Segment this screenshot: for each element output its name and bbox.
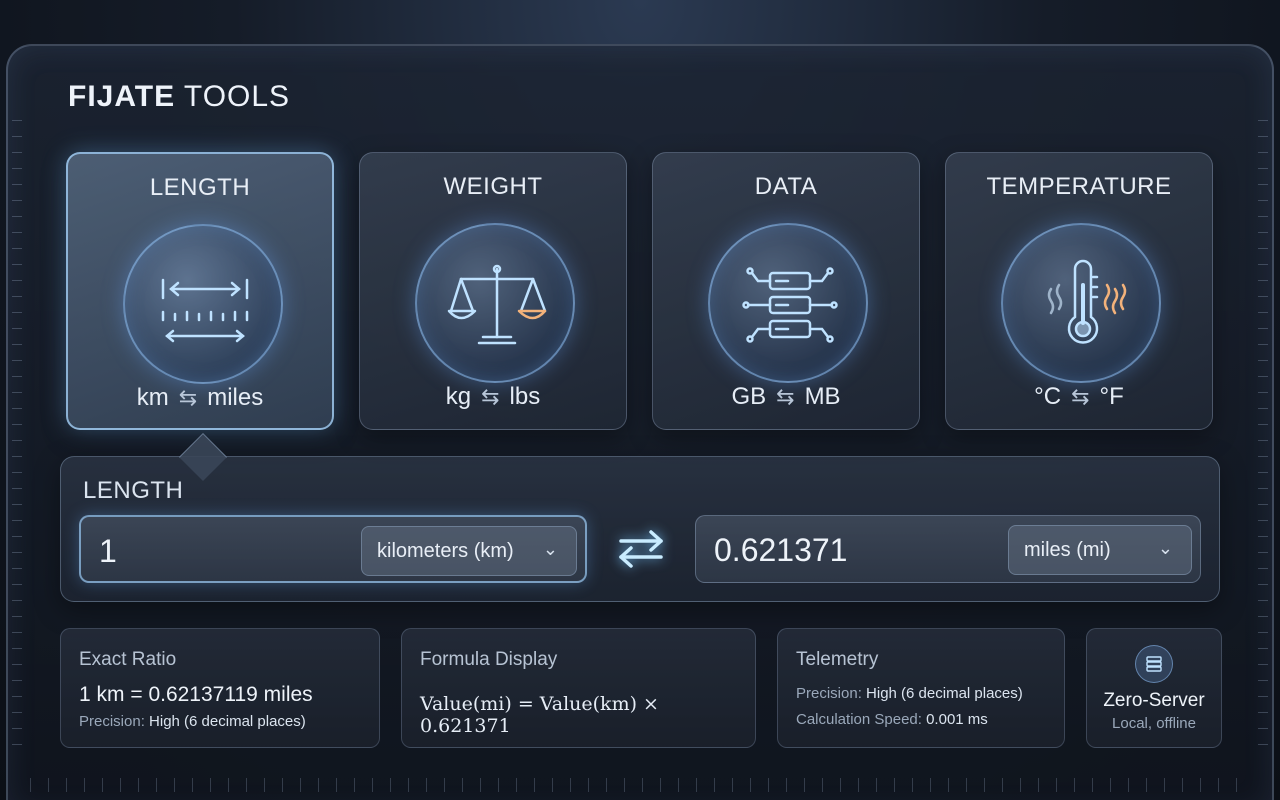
output-field[interactable]: 0.621371 miles (mi) ⌄	[695, 515, 1201, 583]
telemetry-speed: Calculation Speed: 0.001 ms	[796, 711, 988, 728]
converter-panel: LENGTH 1 kilometers (km) ⌄ 0.621371 mile…	[60, 456, 1220, 602]
category-icon-orb	[708, 223, 868, 383]
category-card-length[interactable]: LENGTH km ⇆ miles	[66, 152, 334, 430]
category-units: GB ⇆ MB	[653, 383, 919, 411]
telemetry-precision: Precision: High (6 decimal places)	[796, 685, 1023, 702]
server-icon	[742, 267, 838, 343]
ruler-icon	[161, 278, 249, 343]
swap-arrow-icon: ⇆	[481, 384, 500, 409]
chevron-down-icon: ⌄	[542, 539, 558, 559]
telemetry-title: Telemetry	[796, 649, 879, 670]
brand-bold: FIJATE	[68, 80, 176, 113]
category-units: °C ⇆ °F	[946, 383, 1212, 411]
unit-from: GB	[731, 383, 767, 410]
unit-to: lbs	[509, 383, 541, 410]
converter-title: LENGTH	[83, 477, 184, 504]
speed-label: Calculation Speed:	[796, 711, 922, 728]
unit-to: °F	[1099, 383, 1124, 410]
thermometer-icon	[1047, 259, 1127, 344]
input-unit-label: kilometers (km)	[377, 540, 514, 562]
telemetry-card: Telemetry Precision: High (6 decimal pla…	[777, 628, 1065, 748]
category-title: DATA	[754, 173, 818, 200]
zero-server-subtitle: Local, offline	[1112, 715, 1196, 732]
swap-arrow-icon: ⇆	[178, 385, 198, 410]
category-title: TEMPERATURE	[986, 173, 1172, 200]
output-unit-label: miles (mi)	[1024, 539, 1111, 561]
server-icon	[1135, 645, 1173, 683]
swap-arrow-icon: ⇆	[1071, 384, 1090, 409]
category-title: LENGTH	[149, 174, 251, 201]
exact-ratio-precision: Precision: High (6 decimal places)	[79, 713, 306, 730]
unit-to: miles	[207, 384, 264, 411]
input-value[interactable]: 1	[99, 533, 117, 570]
swap-arrow-icon: ⇆	[776, 384, 795, 409]
ruler-ticks-right	[1258, 120, 1268, 760]
category-card-data[interactable]: DATA GB ⇆ MB	[652, 152, 920, 430]
app-title: FIJATE TOOLS	[68, 80, 290, 114]
category-card-weight[interactable]: WEIGHT kg ⇆ lbs	[359, 152, 627, 430]
output-value: 0.621371	[714, 532, 848, 568]
formula-expression: Value(mi) = Value(km) × 0.621371	[420, 693, 659, 737]
precision-value: High (6 decimal places)	[149, 713, 306, 730]
category-icon-orb	[1001, 223, 1161, 383]
zero-server-title: Zero-Server	[1103, 690, 1205, 711]
formula-card: Formula Display Value(mi) = Value(km) × …	[401, 628, 756, 748]
chevron-down-icon: ⌄	[1157, 538, 1173, 558]
category-units: km ⇆ miles	[68, 384, 332, 412]
unit-from: kg	[445, 383, 472, 410]
exact-ratio-value: 1 km = 0.62137119 miles	[79, 683, 313, 706]
unit-from: km	[136, 384, 169, 411]
category-title: WEIGHT	[443, 173, 543, 200]
precision-value: High (6 decimal places)	[866, 685, 1023, 702]
output-unit-select[interactable]: miles (mi) ⌄	[1008, 525, 1192, 575]
speed-value: 0.001 ms	[926, 711, 988, 728]
input-unit-select[interactable]: kilometers (km) ⌄	[361, 526, 577, 576]
brand-light: TOOLS	[183, 80, 291, 113]
unit-from: °C	[1034, 383, 1062, 410]
zero-server-card: Zero-Server Local, offline	[1086, 628, 1222, 748]
swap-button[interactable]	[613, 527, 669, 571]
category-icon-orb	[123, 224, 283, 384]
swap-arrows-icon	[619, 530, 663, 568]
precision-label: Precision:	[79, 713, 145, 730]
input-field[interactable]: 1 kilometers (km) ⌄	[79, 515, 587, 583]
unit-to: MB	[804, 383, 841, 410]
exact-ratio-card: Exact Ratio 1 km = 0.62137119 miles Prec…	[60, 628, 380, 748]
category-units: kg ⇆ lbs	[360, 383, 626, 411]
ruler-ticks-bottom	[30, 778, 1250, 792]
exact-ratio-title: Exact Ratio	[79, 649, 177, 670]
formula-title: Formula Display	[420, 649, 558, 670]
ruler-ticks-left	[12, 120, 22, 760]
category-card-temperature[interactable]: TEMPERATURE °C ⇆ °F	[945, 152, 1213, 430]
scale-icon	[447, 264, 547, 345]
precision-label: Precision:	[796, 685, 862, 702]
category-icon-orb	[415, 223, 575, 383]
